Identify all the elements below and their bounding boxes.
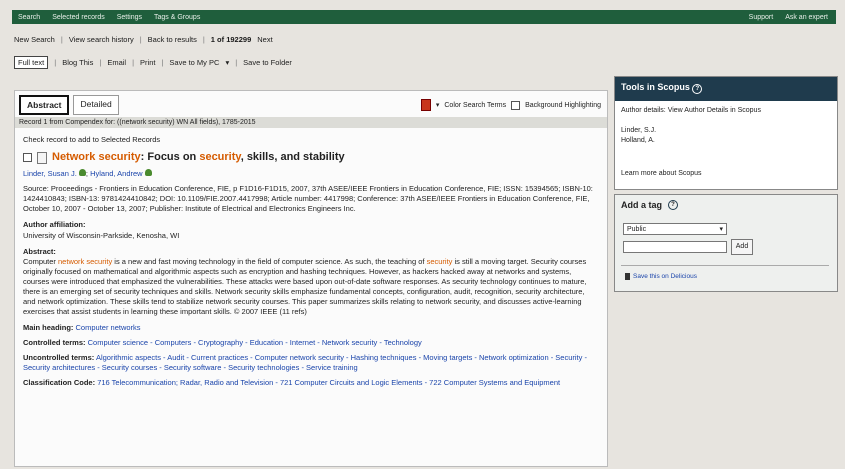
next-link[interactable]: Next [257, 35, 272, 44]
record-content: Check record to add to Selected Records … [23, 135, 599, 393]
tab-selected-records[interactable]: Selected records [52, 14, 105, 21]
abstract-part: is a new and fast moving technology in t… [112, 256, 427, 266]
record-title: Network security: Focus on security, ski… [23, 150, 599, 165]
tools-in-scopus-panel: Tools in Scopus ? Author details: View A… [614, 76, 838, 190]
separator: | [202, 34, 205, 44]
print-link[interactable]: Print [140, 58, 155, 67]
main-heading-link[interactable]: Computer networks [76, 323, 141, 332]
add-tag-title: Add a tag [621, 200, 663, 210]
abstract-highlight: security [426, 256, 453, 266]
uncontrolled-terms-line: Uncontrolled terms: Algorithmic aspects … [23, 353, 599, 373]
email-link[interactable]: Email [107, 58, 126, 67]
document-icon [37, 151, 47, 164]
record-source-strip: Record 1 from Compendex for: ((network s… [15, 117, 607, 128]
controlled-terms-links[interactable]: Computer science - Computers - Cryptogra… [88, 338, 422, 347]
tab-abstract[interactable]: Abstract [19, 95, 70, 115]
tab-detailed[interactable]: Detailed [73, 95, 119, 115]
classification-label: Classification Code: [23, 378, 96, 388]
tab-search[interactable]: Search [18, 14, 40, 21]
record-tools-row: Full text | Blog This | Email | Print | … [14, 54, 604, 70]
title-text-4: , skills, and stability [240, 151, 345, 164]
author-link-2[interactable]: Hyland, Andrew [90, 169, 143, 178]
tab-settings[interactable]: Settings [117, 14, 142, 21]
source-info: Source: Proceedings - Frontiers in Educa… [23, 184, 593, 214]
authors-line: Linder, Susan J. ; Hyland, Andrew [23, 168, 599, 179]
author-profile-icon[interactable] [78, 168, 86, 176]
author-details-link[interactable]: Author details: View Author Details in S… [621, 106, 831, 116]
top-nav-bar: Search Selected records Settings Tags & … [12, 10, 836, 24]
classification-links[interactable]: 716 Telecommunication; Radar, Radio and … [97, 378, 560, 387]
select-record-checkbox[interactable] [23, 153, 32, 163]
record-panel: Abstract Detailed ▾ Color Search Terms B… [14, 90, 608, 467]
save-to-folder-link[interactable]: Save to Folder [243, 58, 292, 67]
scopus-author-1[interactable]: Linder, S.J. [621, 126, 831, 136]
check-record-note: Check record to add to Selected Records [23, 135, 161, 144]
save-delicious-link[interactable]: Save this on Delicious [633, 273, 697, 280]
abstract-text: Computer network security is a new and f… [23, 257, 599, 318]
chevron-down-icon[interactable]: ▾ [225, 58, 229, 67]
add-tag-button[interactable]: Add [731, 239, 753, 255]
controlled-terms-line: Controlled terms: Computer science - Com… [23, 338, 599, 348]
save-delicious-row: Save this on Delicious [625, 273, 697, 280]
full-text-button[interactable]: Full text [14, 55, 49, 69]
view-history-link[interactable]: View search history [69, 35, 134, 44]
controlled-terms-label: Controlled terms: [23, 337, 86, 347]
blog-this-link[interactable]: Blog This [62, 58, 93, 67]
separator: | [99, 57, 102, 67]
tab-tags-groups[interactable]: Tags & Groups [154, 14, 200, 21]
info-icon[interactable]: ? [668, 200, 679, 210]
add-tag-header: Add a tag ? [615, 195, 837, 212]
background-highlighting-label: Background Highlighting [525, 101, 601, 109]
support-link[interactable]: Support [749, 14, 774, 21]
uncontrolled-terms-label: Uncontrolled terms: [23, 352, 95, 362]
separator: | [235, 57, 238, 67]
separator: | [139, 34, 142, 44]
separator: | [132, 57, 135, 67]
tag-visibility-value: Public [627, 226, 647, 233]
abstract-part: Computer [23, 256, 59, 266]
color-search-terms-label: Color Search Terms [444, 101, 507, 109]
chevron-down-icon: ▾ [719, 226, 723, 233]
tools-in-scopus-body: Author details: View Author Details in S… [615, 101, 837, 151]
tools-in-scopus-title: Tools in Scopus [621, 82, 690, 92]
separator: | [60, 34, 63, 44]
add-tag-panel: Add a tag ? Public ▾ Add Save this on De… [614, 194, 838, 292]
scopus-author-2[interactable]: Holland, A. [621, 136, 831, 146]
top-nav-right: Support Ask an expert [749, 14, 836, 21]
color-picker-icon[interactable] [420, 99, 431, 111]
highlight-tools: ▾ Color Search Terms Background Highligh… [420, 99, 601, 111]
title-highlight-1: Network security [52, 151, 141, 164]
tag-input[interactable] [623, 241, 727, 253]
chevron-down-icon[interactable]: ▾ [436, 101, 440, 109]
uncontrolled-terms-links[interactable]: Algorithmic aspects - Audit - Current pr… [23, 353, 587, 372]
background-highlighting-checkbox[interactable] [511, 100, 521, 110]
abstract-highlight: network security [58, 256, 113, 266]
new-search-link[interactable]: New Search [14, 35, 55, 44]
top-nav-tabs: Search Selected records Settings Tags & … [12, 14, 200, 21]
save-to-pc-link[interactable]: Save to My PC [169, 58, 219, 67]
divider [621, 265, 829, 266]
record-tabs: Abstract Detailed [19, 95, 119, 115]
author-link-1[interactable]: Linder, Susan J. [23, 169, 77, 178]
affiliation-text: University of Wisconsin-Parkside, Kenosh… [23, 230, 180, 240]
author-profile-icon[interactable] [144, 168, 152, 176]
tag-visibility-select[interactable]: Public ▾ [623, 223, 727, 235]
separator: | [54, 57, 57, 67]
title-highlight-2: security [199, 151, 241, 164]
learn-more-scopus-link[interactable]: Learn more about Scopus [621, 170, 702, 177]
separator: | [161, 57, 164, 67]
main-heading-label: Main heading: [23, 322, 74, 332]
abstract-heading: Abstract: [23, 246, 56, 256]
affiliation-heading: Author affiliation: [23, 220, 86, 230]
back-to-results-link[interactable]: Back to results [148, 35, 197, 44]
record-nav-row: New Search | View search history | Back … [14, 32, 574, 46]
title-text-2: : Focus on [140, 151, 200, 164]
info-icon[interactable]: ? [692, 84, 703, 94]
classification-line: Classification Code: 716 Telecommunicati… [23, 378, 599, 388]
main-heading-line: Main heading: Computer networks [23, 323, 599, 333]
ask-expert-link[interactable]: Ask an expert [785, 14, 828, 21]
delicious-icon [625, 273, 630, 280]
tools-in-scopus-header: Tools in Scopus ? [615, 77, 837, 101]
record-position: 1 of 192299 [210, 34, 252, 44]
